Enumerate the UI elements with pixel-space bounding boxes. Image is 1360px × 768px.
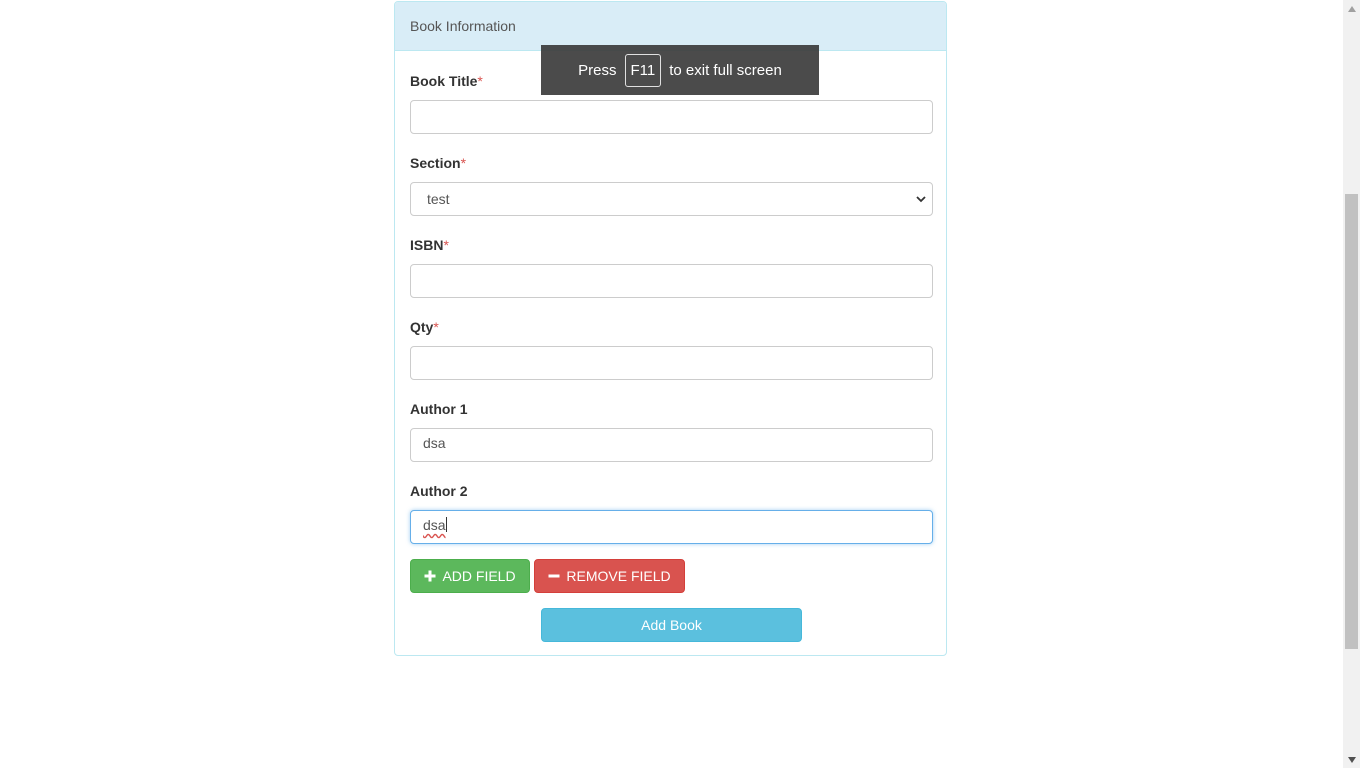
page: Book Information Book Title* Section* te… — [0, 0, 1360, 768]
add-field-button[interactable]: ADD FIELD — [410, 559, 530, 593]
qty-input[interactable] — [410, 346, 933, 380]
book-information-panel: Book Information Book Title* Section* te… — [394, 1, 947, 656]
plus-icon — [424, 570, 436, 582]
isbn-label: ISBN* — [410, 237, 449, 253]
add-book-label: Add Book — [641, 617, 702, 633]
add-field-label: ADD FIELD — [442, 568, 516, 584]
scroll-up-arrow-icon[interactable] — [1343, 0, 1360, 17]
qty-label: Qty* — [410, 319, 439, 335]
scrollbar-thumb[interactable] — [1345, 194, 1358, 649]
text-caret — [445, 517, 447, 532]
panel-title: Book Information — [410, 18, 516, 34]
minus-icon — [548, 574, 560, 578]
author-1-input[interactable]: dsa — [410, 428, 933, 462]
fullscreen-exit-notice: Press F11 to exit full screen — [541, 45, 819, 95]
section-select[interactable]: test — [410, 182, 933, 216]
required-mark: * — [433, 319, 439, 335]
book-title-label: Book Title* — [410, 73, 483, 89]
page-scrollbar[interactable] — [1343, 0, 1360, 768]
required-mark: * — [443, 237, 449, 253]
chevron-down-icon — [916, 196, 926, 203]
author-2-label: Author 2 — [410, 483, 468, 499]
required-mark: * — [477, 73, 483, 89]
scroll-down-arrow-icon[interactable] — [1343, 751, 1360, 768]
section-label: Section* — [410, 155, 467, 171]
required-mark: * — [460, 155, 467, 171]
book-title-input[interactable] — [410, 100, 933, 134]
author-2-input[interactable]: dsa — [410, 510, 933, 544]
panel-heading: Book Information — [395, 2, 946, 51]
author-1-label: Author 1 — [410, 401, 468, 417]
remove-field-button[interactable]: REMOVE FIELD — [534, 559, 685, 593]
section-selected-value: test — [427, 191, 450, 207]
isbn-input[interactable] — [410, 264, 933, 298]
add-book-button[interactable]: Add Book — [541, 608, 802, 642]
f11-key: F11 — [624, 53, 662, 87]
remove-field-label: REMOVE FIELD — [566, 568, 671, 584]
